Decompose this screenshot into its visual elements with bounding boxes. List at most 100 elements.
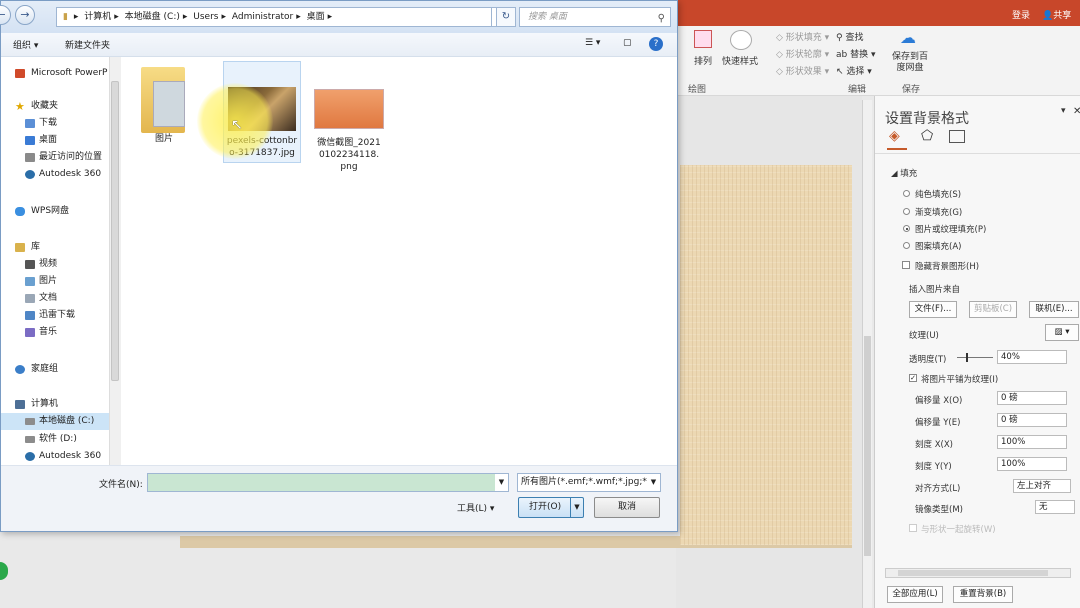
video-icon [25, 260, 35, 269]
mirror-type-select[interactable]: 无 [1035, 500, 1075, 514]
texture-picker[interactable]: ▨ ▾ [1045, 324, 1079, 341]
scale-y-label: 刻度 Y(Y) [915, 462, 952, 472]
nav-item-homegroup[interactable]: 家庭组 [1, 361, 109, 378]
back-button[interactable]: ← [0, 5, 11, 25]
help-icon[interactable]: ? [649, 37, 663, 51]
pane-hscroll[interactable] [885, 568, 1071, 578]
nav-item-drive-d[interactable]: 软件 (D:) [1, 431, 109, 448]
transparency-slider-handle[interactable] [966, 353, 968, 362]
nav-item-autodesk-fav[interactable]: Autodesk 360 [1, 166, 109, 183]
file-button[interactable]: 文件(F)... [909, 301, 957, 318]
nav-item-pictures[interactable]: 图片 [1, 273, 109, 290]
login-link[interactable]: 登录 [1012, 8, 1030, 21]
clipboard-button[interactable]: 剪贴板(C) [969, 301, 1017, 318]
scale-x-field[interactable]: 100% [997, 435, 1067, 449]
breadcrumb-users[interactable]: Users [193, 12, 218, 22]
transparency-slider[interactable] [957, 357, 993, 358]
canvas-scroll-thumb[interactable] [864, 336, 871, 556]
view-options-button[interactable]: ☰ ▾ [585, 38, 600, 48]
open-split-dropdown[interactable]: ▼ [570, 498, 583, 517]
nav-item-drive-c[interactable]: 本地磁盘 (C:) [1, 413, 109, 430]
apply-all-button[interactable]: 全部应用(L) [887, 586, 943, 603]
radio-pattern-fill[interactable] [903, 242, 910, 249]
search-icon: ⚲ [836, 33, 843, 43]
arrange-button[interactable]: 排列 [694, 54, 712, 67]
shape-effects-button[interactable]: ◇ 形状效果 ▾ [776, 64, 829, 77]
picture-tab-icon[interactable] [949, 130, 965, 143]
offset-y-label: 偏移量 Y(E) [915, 418, 961, 428]
quick-styles-button[interactable]: 快速样式 [722, 54, 758, 67]
nav-item-favorites[interactable]: ★ 收藏夹 [1, 98, 109, 115]
search-input[interactable]: 搜索 桌面 ⚲ [519, 7, 671, 27]
organize-button[interactable]: 组织 ▾ [13, 38, 38, 51]
filename-dropdown[interactable]: ▼ [495, 474, 508, 491]
nav-item-autodesk-computer[interactable]: Autodesk 360 [1, 448, 109, 465]
breadcrumb-computer[interactable]: 计算机 [84, 12, 111, 22]
offset-x-field[interactable]: 0 磅 [997, 391, 1067, 405]
cancel-button[interactable]: 取消 [594, 497, 660, 518]
pane-dropdown-icon[interactable]: ▾ [1061, 106, 1066, 116]
save-baidu-button[interactable]: 保存到百度网盘 [890, 52, 930, 74]
find-button[interactable]: ⚲ 查找 [836, 30, 863, 43]
breadcrumb-administrator[interactable]: Administrator [232, 12, 293, 22]
hide-bg-graphics-label: 隐藏背景图形(H) [915, 262, 980, 272]
scale-y-field[interactable]: 100% [997, 457, 1067, 471]
breadcrumb-desktop[interactable]: 桌面 [307, 12, 325, 22]
filetype-dropdown[interactable]: ▼ [647, 474, 660, 491]
refresh-button[interactable]: ↻ [496, 7, 516, 27]
nav-item-computer[interactable]: 计算机 [1, 396, 109, 413]
nav-item-music[interactable]: 音乐 [1, 324, 109, 341]
radio-solid-fill[interactable] [903, 190, 910, 197]
new-folder-button[interactable]: 新建文件夹 [65, 38, 110, 51]
search-icon[interactable]: ⚲ [658, 10, 665, 28]
address-bar[interactable]: ▮ ▸ 计算机 ▸ 本地磁盘 (C:) ▸ Users ▸ Administrator… [56, 7, 492, 27]
nav-item-wps[interactable]: WPS网盘 [1, 203, 109, 220]
close-icon[interactable]: ✕ [1073, 106, 1080, 117]
replace-button[interactable]: ab 替换 ▾ [836, 47, 876, 60]
nav-item-downloads[interactable]: 下载 [1, 115, 109, 132]
transparency-label: 透明度(T) [909, 355, 947, 365]
nav-item-videos[interactable]: 视频 [1, 256, 109, 273]
effects-tab-icon[interactable]: ⬠ [921, 128, 933, 144]
nav-item-recent[interactable]: 最近访问的位置 [1, 149, 109, 166]
nav-item-library[interactable]: 库 [1, 239, 109, 256]
nav-item-powerpoint[interactable]: Microsoft PowerP [1, 65, 109, 82]
open-file-dialog: ← → ▮ ▸ 计算机 ▸ 本地磁盘 (C:) ▸ Users ▸ Administr… [0, 0, 678, 532]
radio-picture-fill[interactable] [903, 225, 910, 232]
pane-hscroll-thumb[interactable] [898, 570, 1048, 576]
navigation-scroll-thumb[interactable] [111, 81, 119, 381]
nav-item-documents[interactable]: 文档 [1, 290, 109, 307]
filename-input[interactable] [147, 473, 509, 492]
download-folder-icon [25, 119, 35, 128]
nav-item-desktop[interactable]: 桌面 [1, 132, 109, 149]
tile-picture-checkbox[interactable]: ✓ [909, 374, 917, 382]
chevron-down-icon: ▼ [574, 503, 580, 511]
nav-item-thunder[interactable]: 迅雷下载 [1, 307, 109, 324]
hide-bg-graphics-checkbox[interactable] [902, 261, 910, 269]
slide-preview[interactable] [680, 165, 852, 545]
alignment-select[interactable]: 左上对齐 [1013, 479, 1071, 493]
shape-fill-button[interactable]: ◇ 形状填充 ▾ [776, 30, 829, 43]
rotate-with-shape-checkbox[interactable] [909, 524, 917, 532]
image-thumbnail [314, 89, 384, 129]
select-button[interactable]: ↖ 选择 ▾ [836, 64, 872, 77]
reset-background-button[interactable]: 重置背景(B) [953, 586, 1013, 603]
offset-y-field[interactable]: 0 磅 [997, 413, 1067, 427]
fill-section-header[interactable]: ◢ 填充 [891, 167, 917, 179]
side-widget[interactable] [0, 562, 8, 580]
file-item-folder[interactable]: 图片 [133, 63, 195, 145]
radio-gradient-fill[interactable] [903, 208, 910, 215]
share-button[interactable]: 👤共享 [1042, 8, 1071, 21]
file-item-wechat-png[interactable]: 微信截图_20210102234118.png [309, 65, 389, 173]
refresh-icon: ↻ [501, 11, 511, 22]
shape-outline-button[interactable]: ◇ 形状轮廓 ▾ [776, 47, 829, 60]
tools-button[interactable]: 工具(L) ▾ [457, 501, 494, 514]
breadcrumb-drive[interactable]: 本地磁盘 (C:) [125, 12, 180, 22]
forward-button[interactable]: → [15, 5, 35, 25]
canvas-scrollbar[interactable] [862, 100, 872, 608]
filetype-select[interactable]: 所有图片(*.emf;*.wmf;*.jpg;*.jp [517, 473, 661, 492]
preview-pane-button[interactable]: ▢ [623, 38, 632, 48]
fill-tab-icon[interactable]: ◈ [889, 128, 900, 144]
online-button[interactable]: 联机(E)... [1029, 301, 1079, 318]
transparency-field[interactable]: 40% [997, 350, 1067, 364]
